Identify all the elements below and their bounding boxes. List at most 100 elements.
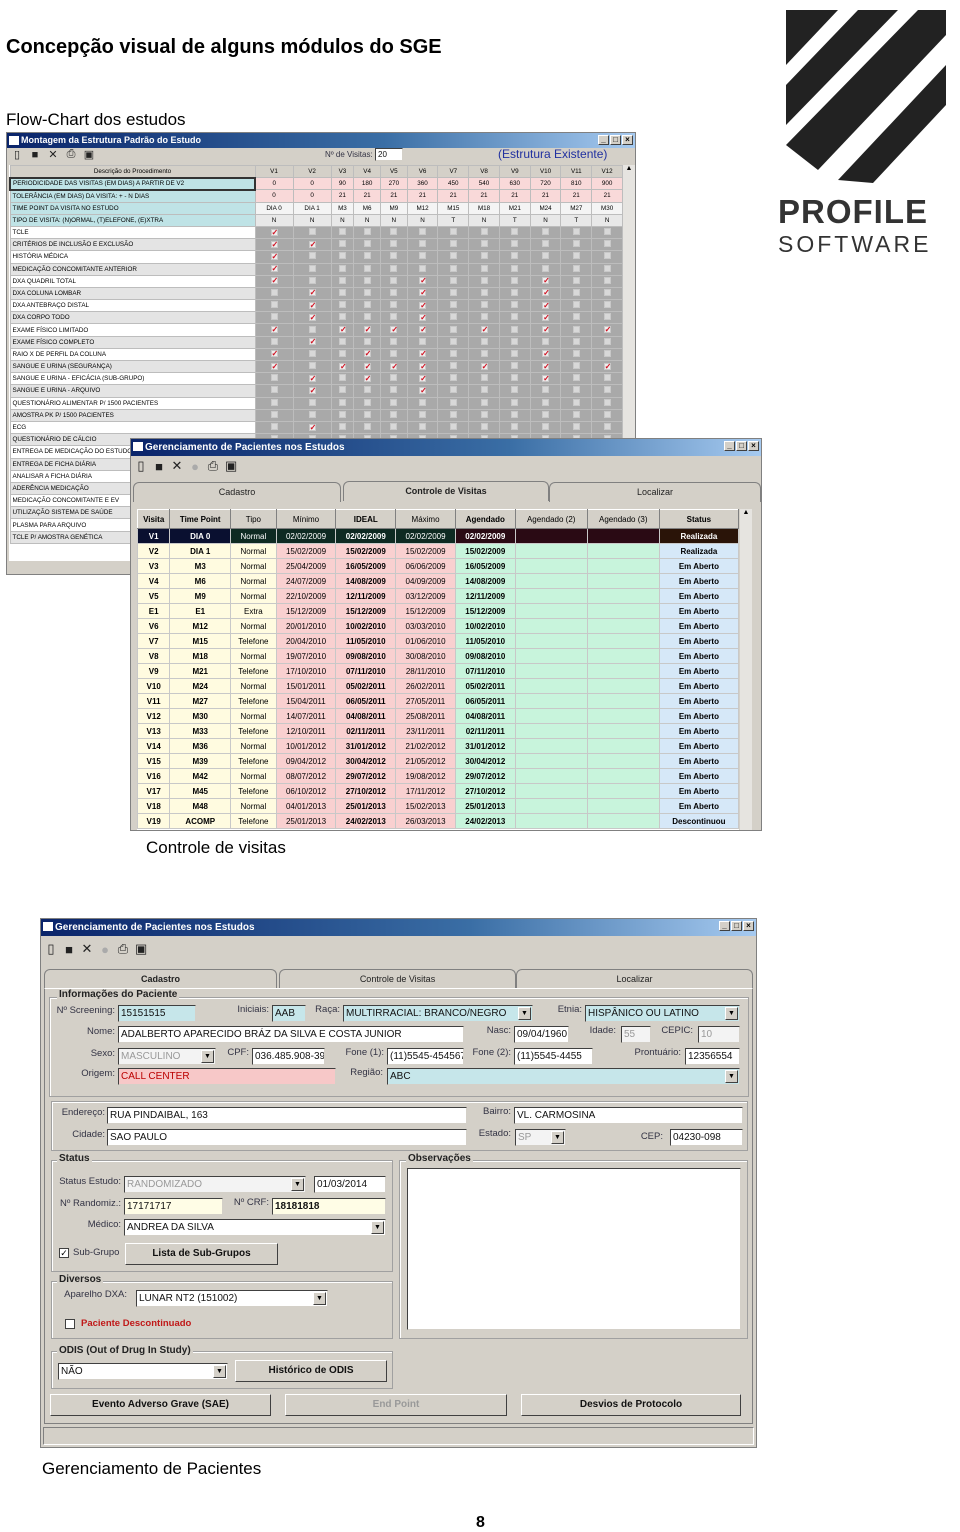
estado-select[interactable]: SP ▼: [515, 1129, 566, 1146]
procedure-checkbox[interactable]: [270, 398, 278, 406]
procedure-checkbox[interactable]: ✓: [270, 240, 278, 248]
tab-cadastro[interactable]: Cadastro: [44, 969, 277, 989]
procedure-checkbox[interactable]: [419, 228, 427, 236]
procedure-checkbox[interactable]: ✓: [270, 277, 278, 285]
procedure-checkbox[interactable]: [572, 313, 580, 321]
visit-type-select[interactable]: T: [498, 213, 531, 227]
procedure-checkbox[interactable]: [270, 288, 278, 296]
table-row[interactable]: V10 M24 Normal 15/01/2011 05/02/2011 26/02/20…: [137, 678, 739, 694]
procedure-checkbox[interactable]: [511, 313, 519, 321]
procedure-checkbox[interactable]: ✓: [542, 326, 550, 334]
visits-count-input[interactable]: 20: [375, 148, 403, 161]
procedure-checkbox[interactable]: [542, 252, 550, 260]
procedure-checkbox[interactable]: [419, 410, 427, 418]
procedure-checkbox[interactable]: [603, 374, 611, 382]
procedure-checkbox[interactable]: [603, 410, 611, 418]
new-icon[interactable]: ▯: [135, 458, 147, 474]
tab-cadastro[interactable]: Cadastro: [133, 482, 341, 502]
procedure-checkbox[interactable]: [449, 398, 457, 406]
visit-type-select[interactable]: N: [379, 213, 408, 227]
procedure-checkbox[interactable]: [572, 264, 580, 272]
procedure-checkbox[interactable]: [308, 228, 316, 236]
procedure-checkbox[interactable]: [338, 423, 346, 431]
procedure-checkbox[interactable]: [390, 374, 398, 382]
procedure-checkbox[interactable]: ✓: [270, 350, 278, 358]
procedure-checkbox[interactable]: ✓: [270, 228, 278, 236]
procedure-checkbox[interactable]: [511, 398, 519, 406]
print-icon[interactable]: ⎙: [65, 148, 77, 161]
chevron-down-icon[interactable]: ▼: [213, 1365, 226, 1378]
minimize-button[interactable]: _: [598, 135, 609, 145]
procedure-checkbox[interactable]: [542, 228, 550, 236]
procedure-checkbox[interactable]: ✓: [308, 240, 316, 248]
procedure-checkbox[interactable]: [363, 337, 371, 345]
procedure-checkbox[interactable]: [603, 423, 611, 431]
fone2-input[interactable]: (11)5545-4455: [514, 1048, 593, 1065]
procedure-checkbox[interactable]: [511, 386, 519, 394]
procedure-checkbox[interactable]: [338, 386, 346, 394]
procedure-checkbox[interactable]: ✓: [419, 289, 427, 297]
procedure-checkbox[interactable]: ✓: [419, 374, 427, 382]
procedure-checkbox[interactable]: [511, 301, 519, 309]
procedure-checkbox[interactable]: [419, 240, 427, 248]
tab-localizar[interactable]: Localizar: [516, 969, 753, 989]
procedure-checkbox[interactable]: ✓: [270, 252, 278, 260]
procedure-checkbox[interactable]: [572, 288, 580, 296]
procedure-checkbox[interactable]: ✓: [270, 265, 278, 273]
table-row[interactable]: V11 M27 Telefone 15/04/2011 06/05/2011 27/05/…: [137, 693, 739, 709]
procedure-checkbox[interactable]: [338, 288, 346, 296]
procedure-checkbox[interactable]: [480, 398, 488, 406]
procedure-checkbox[interactable]: [572, 276, 580, 284]
procedure-checkbox[interactable]: [572, 252, 580, 260]
procedure-checkbox[interactable]: [542, 410, 550, 418]
procedure-checkbox[interactable]: [390, 252, 398, 260]
delete-icon[interactable]: ✕: [81, 941, 93, 957]
procedure-checkbox[interactable]: [603, 228, 611, 236]
screening-input[interactable]: 15151515: [118, 1005, 196, 1022]
procedure-checkbox[interactable]: [338, 264, 346, 272]
procedure-checkbox[interactable]: [270, 410, 278, 418]
procedure-checkbox[interactable]: [363, 398, 371, 406]
procedure-checkbox[interactable]: [480, 374, 488, 382]
cidade-input[interactable]: SAO PAULO: [107, 1129, 467, 1146]
origem-input[interactable]: CALL CENTER: [118, 1068, 336, 1085]
procedure-checkbox[interactable]: [480, 288, 488, 296]
procedure-checkbox[interactable]: [572, 362, 580, 370]
maximize-button[interactable]: □: [731, 921, 742, 931]
procedure-checkbox[interactable]: ✓: [542, 374, 550, 382]
table-row[interactable]: V4 M6 Normal 24/07/2009 14/08/2009 04/09/2009…: [137, 573, 739, 589]
chevron-down-icon[interactable]: ▼: [725, 1070, 738, 1083]
procedure-checkbox[interactable]: [363, 288, 371, 296]
procedure-checkbox[interactable]: [449, 252, 457, 260]
close-button[interactable]: ×: [743, 921, 754, 931]
procedure-checkbox[interactable]: [542, 386, 550, 394]
visit-type-select[interactable]: N: [330, 213, 355, 227]
visit-type-select[interactable]: N: [468, 213, 500, 227]
procedure-checkbox[interactable]: [542, 337, 550, 345]
procedure-checkbox[interactable]: [363, 240, 371, 248]
minimize-button[interactable]: _: [724, 441, 735, 451]
procedure-checkbox[interactable]: [511, 276, 519, 284]
procedure-checkbox[interactable]: [390, 398, 398, 406]
chevron-down-icon[interactable]: ▼: [551, 1131, 564, 1144]
visit-type-select[interactable]: T: [560, 213, 593, 227]
procedure-checkbox[interactable]: [449, 410, 457, 418]
procedure-checkbox[interactable]: [572, 240, 580, 248]
procedure-checkbox[interactable]: [449, 337, 457, 345]
procedure-checkbox[interactable]: ✓: [419, 301, 427, 309]
procedure-checkbox[interactable]: [338, 240, 346, 248]
procedure-checkbox[interactable]: ✓: [419, 313, 427, 321]
chevron-down-icon[interactable]: ▼: [291, 1178, 304, 1191]
procedure-checkbox[interactable]: [449, 423, 457, 431]
table-row[interactable]: V13 M33 Telefone 12/10/2011 02/11/2011 23/11/…: [137, 723, 739, 739]
procedure-checkbox[interactable]: [390, 423, 398, 431]
visit-type-select[interactable]: N: [292, 213, 332, 227]
procedure-checkbox[interactable]: ✓: [270, 326, 278, 334]
procedure-checkbox[interactable]: ✓: [480, 362, 488, 370]
procedure-checkbox[interactable]: [449, 313, 457, 321]
table-row[interactable]: V18 M48 Normal 04/01/2013 25/01/2013 15/02/20…: [137, 798, 739, 814]
table-row[interactable]: V2 DIA 1 Normal 15/02/2009 15/02/2009 15/02/2…: [137, 543, 739, 559]
procedure-checkbox[interactable]: [390, 313, 398, 321]
table-row[interactable]: V15 M39 Telefone 09/04/2012 30/04/2012 21/05/…: [137, 753, 739, 769]
endereco-input[interactable]: RUA PINDAIBAL, 163: [107, 1107, 467, 1124]
